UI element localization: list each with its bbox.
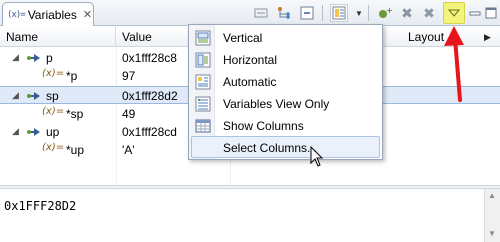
variable-x-icon: (x)= xyxy=(42,106,65,117)
menu-item-label: Automatic xyxy=(223,75,277,89)
variable-name: sp xyxy=(46,89,59,103)
dropdown-arrow-icon[interactable]: ▼ xyxy=(350,4,368,22)
expand-twisty-icon[interactable]: ◢ xyxy=(12,90,19,101)
show-type-names-icon[interactable] xyxy=(252,4,270,22)
variables-tab[interactable]: (x)= Variables ✕ xyxy=(2,2,94,26)
variable-value: 'A' xyxy=(122,143,135,157)
add-global-variables-icon[interactable]: + xyxy=(376,4,394,22)
pointer-variable-icon xyxy=(27,128,40,136)
menu-item-variables-view-only[interactable]: Variables View Only xyxy=(191,93,380,115)
toolbar-separator xyxy=(368,5,369,21)
column-header-name[interactable]: Name xyxy=(0,27,116,47)
scroll-up-icon[interactable]: ▲ xyxy=(488,191,496,200)
pointer-variable-icon xyxy=(27,92,40,100)
menu-item-vertical[interactable]: Vertical xyxy=(191,27,380,49)
menu-item-select-columns[interactable]: Select Columns... xyxy=(191,136,380,158)
layout-automatic-icon xyxy=(195,74,211,90)
layout-vertical-icon xyxy=(195,30,211,46)
show-logical-structure-icon[interactable] xyxy=(275,4,293,22)
view-menu-popup: Vertical Horizontal Automatic Variables … xyxy=(188,24,383,160)
submenu-arrow-icon: ▶ xyxy=(484,32,491,42)
maximize-icon[interactable] xyxy=(482,4,500,22)
variable-name: *p xyxy=(66,69,78,83)
menu-item-show-columns[interactable]: Show Columns xyxy=(191,115,380,137)
tab-title: Variables xyxy=(27,7,77,22)
variable-value: 0x1fff28c8 xyxy=(122,51,177,65)
menu-item-horizontal[interactable]: Horizontal xyxy=(191,49,380,71)
menu-item-label: Vertical xyxy=(223,31,263,45)
view-toolbar: (x)= Variables ✕ ▼ + ✖ ✖ xyxy=(0,0,500,26)
variable-value: 97 xyxy=(122,69,136,83)
pointer-variable-icon xyxy=(27,54,40,62)
variable-name: p xyxy=(46,51,53,65)
select-layout-icon[interactable] xyxy=(330,4,348,22)
variables-view-icon: (x)= xyxy=(7,9,26,20)
menu-item-label: Variables View Only xyxy=(223,97,330,111)
variable-value: 49 xyxy=(122,107,136,121)
remove-global-variables-icon[interactable]: ✖ xyxy=(398,4,416,22)
scroll-down-icon[interactable]: ▼ xyxy=(488,229,496,238)
close-tab-icon[interactable]: ✕ xyxy=(83,8,92,21)
variable-name: *sp xyxy=(66,107,84,121)
detail-value-text: 0x1FFF28D2 xyxy=(4,199,77,213)
expand-twisty-icon[interactable]: ◢ xyxy=(12,126,19,137)
svg-text:+: + xyxy=(386,6,393,15)
expand-twisty-icon[interactable]: ◢ xyxy=(12,52,19,63)
mouse-cursor-icon xyxy=(310,146,324,167)
variable-name: *up xyxy=(66,143,85,157)
variables-only-icon xyxy=(195,96,211,112)
variable-x-icon: (x)= xyxy=(42,142,65,153)
layout-horizontal-icon xyxy=(195,52,211,68)
show-columns-icon xyxy=(195,119,211,133)
menu-item-label: Select Columns... xyxy=(223,141,318,155)
toolbar-separator xyxy=(322,5,323,21)
menu-item-label: Horizontal xyxy=(223,53,278,67)
menu-item-label: Show Columns xyxy=(223,119,304,133)
detail-pane[interactable]: 0x1FFF28D2 xyxy=(0,189,484,242)
red-annotation-arrow-icon xyxy=(444,26,464,102)
variable-value: 0x1fff28cd xyxy=(122,125,177,139)
detail-scrollbar[interactable]: ▲ ▼ xyxy=(484,189,500,242)
collapse-all-icon[interactable] xyxy=(298,4,316,22)
variable-value: 0x1fff28d2 xyxy=(122,89,178,103)
variable-x-icon: (x)= xyxy=(42,68,65,79)
menu-item-automatic[interactable]: Automatic xyxy=(191,71,380,93)
variable-name: up xyxy=(46,125,60,139)
